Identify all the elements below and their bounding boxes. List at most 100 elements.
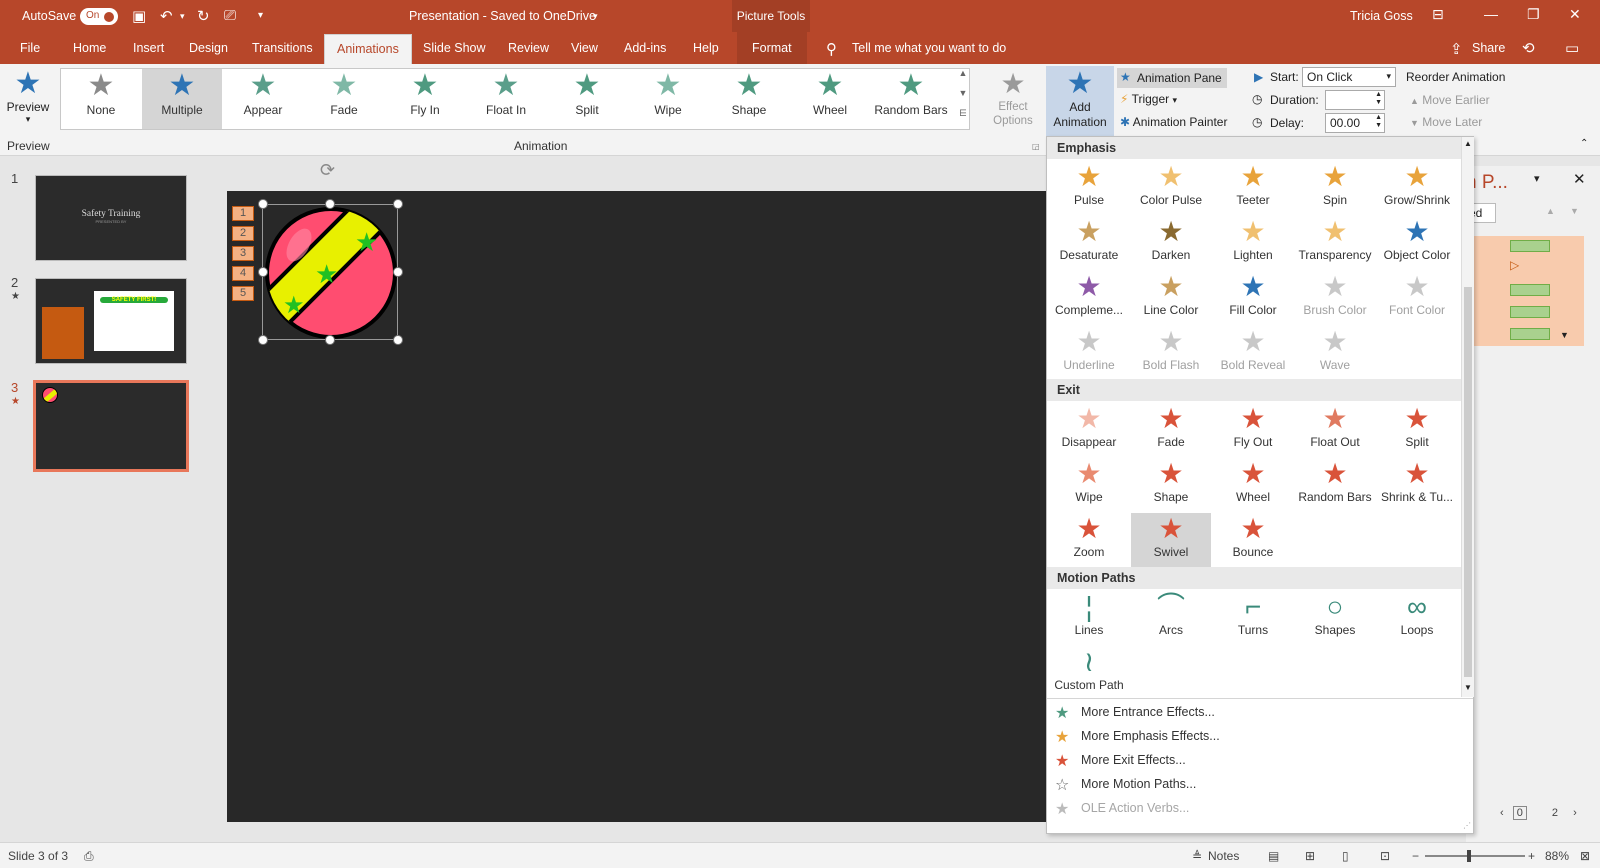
animation-fade[interactable]: ★ Fade — [304, 69, 384, 129]
effect-grow-shrink[interactable]: ★ Grow/Shrink — [1377, 161, 1457, 215]
effect-spin[interactable]: ★ Spin — [1295, 161, 1375, 215]
animation-appear[interactable]: ★ Appear — [223, 69, 303, 129]
effect-wave[interactable]: ★ Wave — [1295, 326, 1375, 380]
pane-move-up-icon[interactable]: ▲ — [1546, 206, 1555, 216]
effect-darken[interactable]: ★ Darken — [1131, 216, 1211, 270]
move-earlier-button[interactable]: ▲ Move Earlier — [1410, 93, 1490, 107]
accessibility-icon[interactable]: ⎙ — [84, 849, 94, 864]
ball-picture[interactable]: ★ ★ ★ — [262, 204, 398, 340]
scroll-up-icon[interactable]: ▲ — [1464, 139, 1472, 148]
gallery-scroll-up-icon[interactable]: ▲ — [956, 68, 970, 88]
add-animation-button[interactable]: ★ Add Animation — [1046, 66, 1114, 136]
undo-icon[interactable]: ↶ — [160, 7, 173, 25]
effect-lighten[interactable]: ★ Lighten — [1213, 216, 1293, 270]
effect-fly-out[interactable]: ★ Fly Out — [1213, 403, 1293, 457]
animation-float-in[interactable]: ★ Float In — [466, 69, 546, 129]
share-button[interactable]: Share — [1472, 41, 1505, 55]
tab-transitions[interactable]: Transitions — [252, 41, 313, 55]
animation-fly-in[interactable]: ★ Fly In — [385, 69, 465, 129]
effect-disappear[interactable]: ★ Disappear — [1049, 403, 1129, 457]
duration-input[interactable]: ▲ ▼ — [1325, 90, 1385, 110]
tab-review[interactable]: Review — [508, 41, 549, 55]
effect-bold-reveal[interactable]: ★ Bold Reveal — [1213, 326, 1293, 380]
preview-button[interactable]: ★ Preview ▾ — [6, 68, 50, 134]
tab-insert[interactable]: Insert — [133, 41, 164, 55]
effect-color-pulse[interactable]: ★ Color Pulse — [1131, 161, 1211, 215]
zoom-slider[interactable] — [1425, 850, 1525, 862]
zoom-level[interactable]: 88% — [1545, 849, 1569, 863]
tab-format[interactable]: Format — [737, 32, 807, 64]
effect-loops[interactable]: ∞ Loops — [1377, 591, 1457, 645]
menu-more-motion-paths[interactable]: ☆ More Motion Paths... — [1047, 773, 1461, 797]
history-icon[interactable]: ⟲ — [1522, 39, 1535, 57]
effect-fade[interactable]: ★ Fade — [1131, 403, 1211, 457]
slide-sorter-icon[interactable]: ⊞ — [1305, 849, 1315, 863]
effect-random-bars[interactable]: ★ Random Bars — [1295, 458, 1375, 512]
effect-wipe[interactable]: ★ Wipe — [1049, 458, 1129, 512]
tab-help[interactable]: Help — [693, 41, 719, 55]
user-name[interactable]: Tricia Goss — [1350, 9, 1413, 23]
delay-input[interactable]: 00.00 ▲ ▼ — [1325, 113, 1385, 133]
effect-underline[interactable]: ★ Underline — [1049, 326, 1129, 380]
list-expand-icon[interactable]: ▼ — [1560, 330, 1569, 340]
tab-animations[interactable]: Animations — [324, 34, 412, 64]
resize-grip-icon[interactable]: ⋰ — [1463, 821, 1471, 830]
animation-none[interactable]: ★ None — [61, 69, 141, 129]
pane-close-icon[interactable]: ✕ — [1573, 170, 1586, 188]
animation-tag[interactable]: 5 — [232, 286, 254, 301]
animation-pane-button[interactable]: ★ Animation Pane — [1117, 68, 1227, 88]
gallery-scroll-down-icon[interactable]: ▼ — [956, 88, 970, 108]
collapse-ribbon-icon[interactable]: ⌃ — [1580, 138, 1588, 149]
menu-more-exit-effects[interactable]: ★ More Exit Effects... — [1047, 749, 1461, 773]
start-select[interactable]: On Click ▾ — [1302, 67, 1396, 87]
effect-compleme[interactable]: ★ Compleme... — [1049, 271, 1129, 325]
effect-wheel[interactable]: ★ Wheel — [1213, 458, 1293, 512]
resize-handle[interactable] — [258, 199, 268, 209]
redo-icon[interactable]: ↻ — [197, 7, 210, 25]
effect-turns[interactable]: ⌐ Turns — [1213, 591, 1293, 645]
effect-swivel[interactable]: ★ Swivel — [1131, 513, 1211, 567]
effect-shape[interactable]: ★ Shape — [1131, 458, 1211, 512]
menu-more-entrance-effects[interactable]: ★ More Entrance Effects... — [1047, 701, 1461, 725]
scroll-down-icon[interactable]: ▼ — [1464, 683, 1472, 692]
effect-bold-flash[interactable]: ★ Bold Flash — [1131, 326, 1211, 380]
effect-desaturate[interactable]: ★ Desaturate — [1049, 216, 1129, 270]
effect-brush-color[interactable]: ★ Brush Color — [1295, 271, 1375, 325]
dropdown-scrollbar[interactable]: ▲ ▼ — [1461, 137, 1474, 697]
present-from-start-icon[interactable]: ⎚ — [224, 7, 236, 24]
slide-thumbnail-1[interactable]: Safety Training PRESENTED BY — [35, 175, 187, 261]
move-later-button[interactable]: ▼ Move Later — [1410, 115, 1482, 129]
effect-transparency[interactable]: ★ Transparency — [1295, 216, 1375, 270]
customize-toolbar-icon[interactable]: ▾ — [258, 10, 263, 21]
effect-teeter[interactable]: ★ Teeter — [1213, 161, 1293, 215]
effect-line-color[interactable]: ★ Line Color — [1131, 271, 1211, 325]
save-icon[interactable]: ▣ — [132, 7, 146, 25]
effect-fill-color[interactable]: ★ Fill Color — [1213, 271, 1293, 325]
effect-arcs[interactable]: ⌒ Arcs — [1131, 591, 1211, 645]
slide-thumbnail-2[interactable]: SAFETY FIRST! — [35, 278, 187, 364]
notes-button[interactable]: Notes — [1208, 849, 1239, 863]
effect-shrink-tu[interactable]: ★ Shrink & Tu... — [1377, 458, 1457, 512]
resize-handle[interactable] — [325, 335, 335, 345]
trigger-button[interactable]: ⚡ Trigger ▾ — [1120, 92, 1177, 106]
timeline-back-icon[interactable]: ‹ — [1500, 807, 1504, 819]
tell-me-input[interactable]: Tell me what you want to do — [852, 41, 1006, 55]
resize-handle[interactable] — [325, 199, 335, 209]
animation-shape[interactable]: ★ Shape — [709, 69, 789, 129]
document-title[interactable]: Presentation - Saved to OneDrive — [409, 9, 596, 23]
animation-split[interactable]: ★ Split — [547, 69, 627, 129]
zoom-in-icon[interactable]: + — [1528, 849, 1535, 863]
animation-tag[interactable]: 2 — [232, 226, 254, 241]
animation-tag[interactable]: 3 — [232, 246, 254, 261]
animation-dialog-launcher-icon[interactable]: ◲ — [1032, 142, 1040, 151]
fit-slide-icon[interactable]: ⊠ — [1580, 849, 1590, 863]
effect-custom-path[interactable]: ≀ Custom Path — [1049, 646, 1129, 700]
animation-tag[interactable]: 4 — [232, 266, 254, 281]
effect-pulse[interactable]: ★ Pulse — [1049, 161, 1129, 215]
slide-show-icon[interactable]: ⊡ — [1380, 849, 1390, 863]
minimize-icon[interactable]: — — [1484, 6, 1498, 22]
normal-view-icon[interactable]: ▤ — [1268, 849, 1279, 863]
animation-painter-button[interactable]: ✱ Animation Painter — [1120, 115, 1227, 129]
effect-float-out[interactable]: ★ Float Out — [1295, 403, 1375, 457]
effect-bounce[interactable]: ★ Bounce — [1213, 513, 1293, 567]
